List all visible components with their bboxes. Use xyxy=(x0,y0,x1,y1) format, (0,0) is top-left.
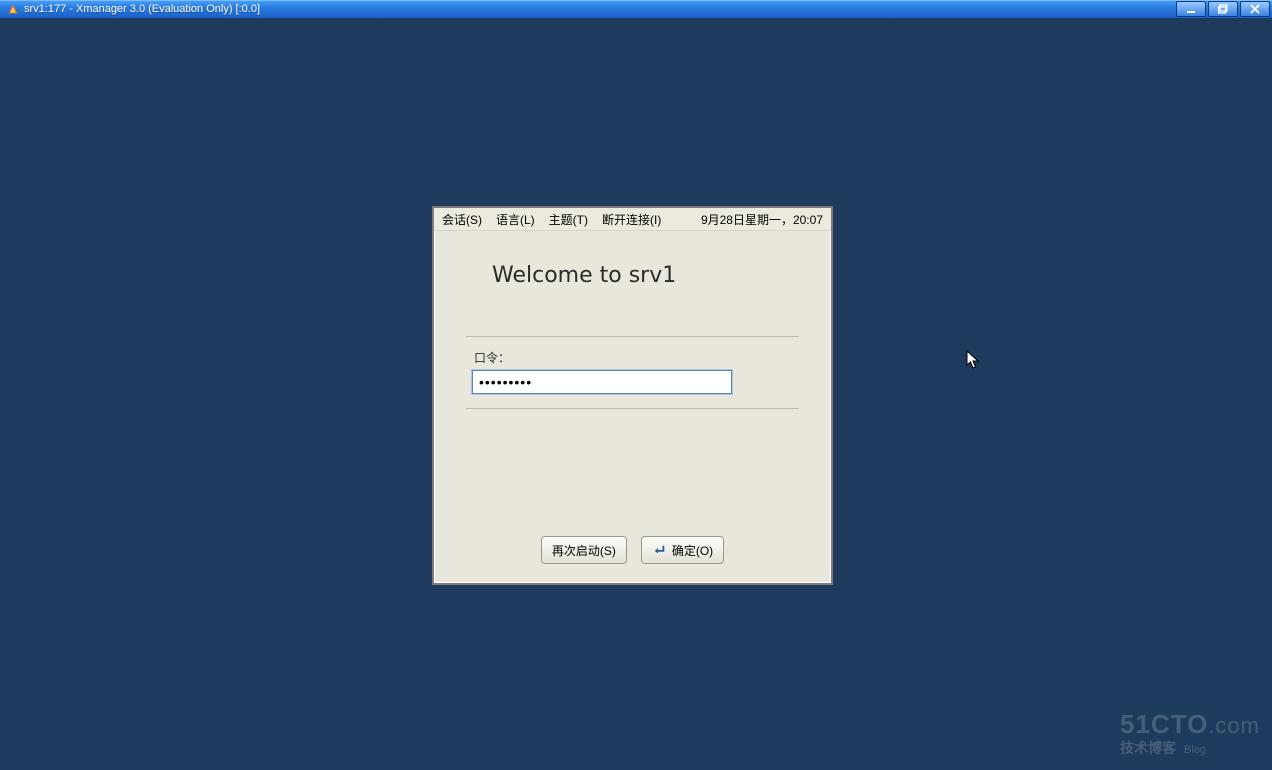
watermark-suffix: .com xyxy=(1208,713,1260,738)
ok-button-label: 确定(O) xyxy=(672,542,713,559)
login-menubar: 会话(S) 语言(L) 主题(T) 断开连接(I) 9月28日星期一，20:07 xyxy=(434,208,831,231)
minimize-button[interactable] xyxy=(1176,1,1206,17)
menu-disconnect[interactable]: 断开连接(I) xyxy=(602,211,661,228)
window-titlebar: srv1:177 - Xmanager 3.0 (Evaluation Only… xyxy=(0,0,1272,18)
datetime-label: 9月28日星期一，20:07 xyxy=(701,211,823,228)
watermark-sub: 技术博客 xyxy=(1120,740,1176,756)
watermark-brand: 51CTO xyxy=(1120,709,1208,739)
app-icon xyxy=(6,2,20,16)
remote-desktop-area: 会话(S) 语言(L) 主题(T) 断开连接(I) 9月28日星期一，20:07… xyxy=(0,18,1272,770)
login-dialog: 会话(S) 语言(L) 主题(T) 断开连接(I) 9月28日星期一，20:07… xyxy=(432,206,833,585)
menu-session[interactable]: 会话(S) xyxy=(442,211,482,228)
menu-language[interactable]: 语言(L) xyxy=(496,211,535,228)
close-button[interactable] xyxy=(1240,1,1270,17)
restart-button[interactable]: 再次启动(S) xyxy=(541,536,627,564)
enter-icon xyxy=(652,543,666,557)
divider-bottom xyxy=(466,408,799,409)
restart-button-label: 再次启动(S) xyxy=(552,542,616,559)
watermark: 51CTO.com 技术博客 Blog xyxy=(1120,709,1260,758)
watermark-blog: Blog xyxy=(1184,744,1206,756)
welcome-heading: Welcome to srv1 xyxy=(492,263,805,288)
password-input[interactable] xyxy=(472,370,732,394)
divider-top xyxy=(466,336,799,337)
window-title: srv1:177 - Xmanager 3.0 (Evaluation Only… xyxy=(24,3,260,15)
menu-theme[interactable]: 主题(T) xyxy=(549,211,588,228)
restore-button[interactable] xyxy=(1208,1,1238,17)
button-row: 再次启动(S) 确定(O) xyxy=(460,536,805,570)
mouse-cursor-icon xyxy=(966,350,980,375)
password-label: 口令： xyxy=(474,349,805,366)
ok-button[interactable]: 确定(O) xyxy=(641,536,724,564)
